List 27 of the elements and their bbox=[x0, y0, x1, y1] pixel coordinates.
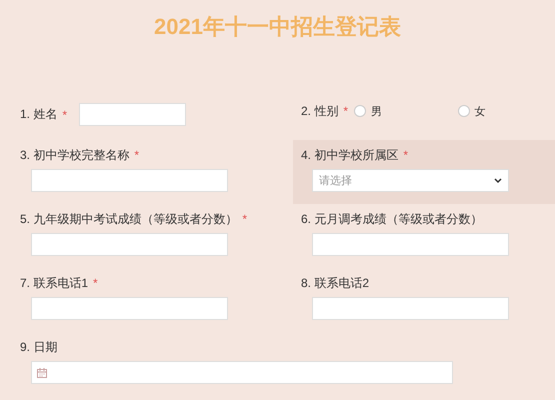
form-title: 2021年十一中招生登记表 bbox=[154, 13, 401, 41]
question-label: 7. 联系电话1 bbox=[20, 274, 88, 292]
radio-option[interactable]: 女 bbox=[458, 104, 555, 118]
question-label: 1. 姓名 bbox=[20, 106, 58, 123]
question-label: 9. 日期 bbox=[20, 338, 58, 356]
question-label: 3. 初中学校完整名称 bbox=[20, 146, 130, 164]
text-field[interactable] bbox=[31, 169, 228, 192]
question-label: 5. 九年级期中考试成绩（等级或者分数） bbox=[20, 210, 238, 228]
required-mark: * bbox=[93, 276, 98, 290]
text-field[interactable] bbox=[31, 297, 228, 320]
question-label: 8. 联系电话2 bbox=[301, 274, 370, 292]
name-field[interactable] bbox=[79, 103, 186, 126]
text-field[interactable] bbox=[312, 297, 509, 320]
calendar-icon bbox=[37, 368, 47, 378]
text-field[interactable] bbox=[31, 233, 228, 256]
required-mark: * bbox=[62, 108, 68, 122]
required-mark: * bbox=[242, 212, 248, 226]
question-label: 2. 性别 bbox=[301, 102, 338, 120]
required-mark: * bbox=[343, 104, 348, 118]
radio-option[interactable]: 男 bbox=[354, 104, 452, 118]
chevron-down-icon bbox=[494, 178, 502, 184]
question-label: 4. 初中学校所属区 bbox=[301, 146, 398, 164]
required-mark: * bbox=[403, 148, 408, 162]
text-field[interactable] bbox=[312, 233, 509, 256]
date-field[interactable] bbox=[31, 361, 453, 384]
required-mark: * bbox=[134, 148, 140, 162]
question-label: 6. 元月调考成绩（等级或者分数） bbox=[301, 210, 482, 228]
